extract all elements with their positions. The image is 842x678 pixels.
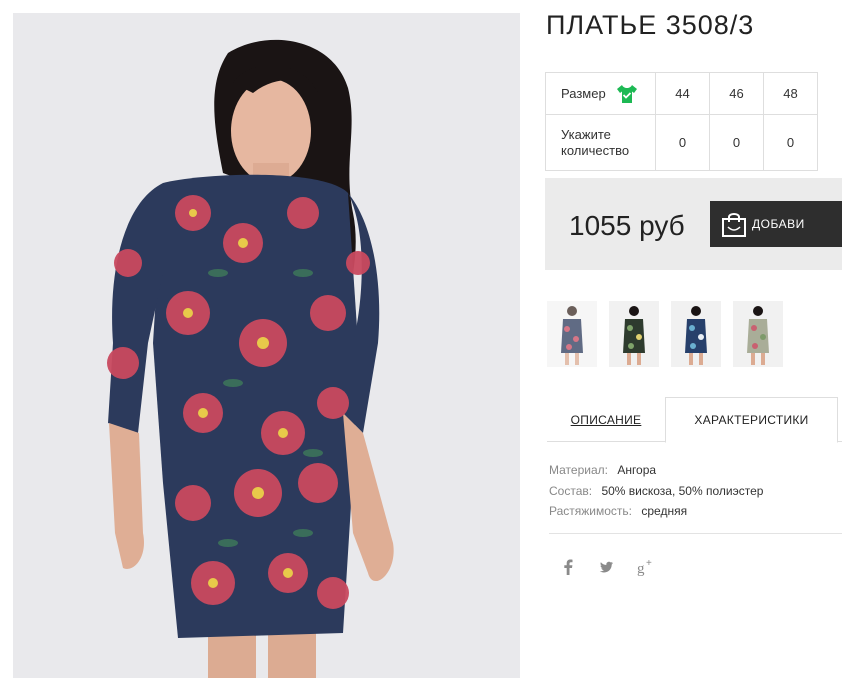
tab-characteristics[interactable]: ХАРАКТЕРИСТИКИ — [665, 397, 838, 443]
size-row: Размер 44 46 48 — [545, 72, 818, 115]
quantity-input-44[interactable]: 0 — [655, 114, 710, 171]
size-44: 44 — [655, 72, 710, 115]
product-title: ПЛАТЬЕ 3508/3 — [546, 10, 755, 40]
spec-key: Материал: — [549, 463, 608, 477]
spec-composition: Состав: 50% вискоза, 50% полиэстер — [549, 481, 763, 502]
product-tabs: ОПИСАНИЕ ХАРАКТЕРИСТИКИ — [547, 397, 842, 443]
add-to-cart-button[interactable]: ДОБАВИ — [710, 201, 842, 247]
add-to-cart-label: ДОБАВИ — [752, 217, 805, 231]
size-48: 48 — [763, 72, 818, 115]
facebook-icon[interactable] — [560, 558, 576, 576]
svg-text:g: g — [637, 561, 645, 576]
spec-key: Растяжимость: — [549, 504, 633, 518]
social-share: g + — [560, 558, 656, 577]
price-box: 1055 руб ДОБАВИ — [545, 178, 842, 270]
size-46: 46 — [709, 72, 764, 115]
quantity-label-cell: Укажите количество — [545, 114, 656, 171]
quantity-label-line2: количество — [561, 142, 630, 158]
spec-value: Ангора — [617, 463, 657, 477]
spec-stretch: Растяжимость: средняя — [549, 501, 763, 522]
price: 1055 руб — [569, 210, 685, 241]
tshirt-check-icon[interactable] — [616, 84, 638, 104]
spec-key: Состав: — [549, 483, 593, 498]
thumbnail-4[interactable] — [733, 301, 783, 367]
specs-list: Материал: Ангора Состав: 50% вискоза, 50… — [549, 460, 763, 522]
main-product-photo[interactable] — [13, 13, 520, 678]
shopping-bag-icon — [720, 210, 748, 238]
size-label-cell: Размер — [545, 72, 656, 115]
size-quantity-table: Размер 44 46 48 Укажите количество 0 0 0 — [545, 72, 818, 171]
model-illustration — [13, 13, 520, 678]
svg-text:+: + — [646, 558, 652, 569]
twitter-icon[interactable] — [598, 558, 614, 576]
thumbnail-2[interactable] — [609, 301, 659, 367]
thumbnail-1[interactable] — [547, 301, 597, 367]
quantity-row: Укажите количество 0 0 0 — [545, 114, 818, 171]
tab-description[interactable]: ОПИСАНИЕ — [547, 397, 665, 442]
thumbnail-gallery — [547, 301, 783, 367]
quantity-label-line1: Укажите — [561, 126, 611, 142]
quantity-input-48[interactable]: 0 — [763, 114, 818, 171]
googleplus-icon[interactable]: g + — [636, 558, 656, 577]
divider — [549, 533, 842, 534]
thumbnail-3[interactable] — [671, 301, 721, 367]
quantity-input-46[interactable]: 0 — [709, 114, 764, 171]
size-label: Размер — [561, 86, 606, 101]
spec-value: средняя — [641, 504, 688, 518]
spec-value: 50% вискоза, 50% полиэстер — [601, 483, 764, 498]
spec-material: Материал: Ангора — [549, 460, 763, 481]
